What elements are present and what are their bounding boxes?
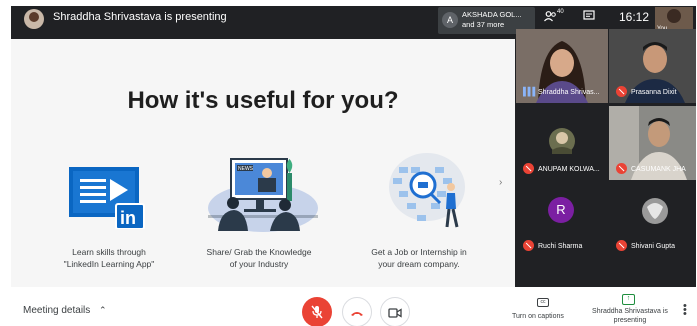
end-call-button[interactable] <box>342 297 372 326</box>
slide-caption-knowledge: Share/ Grab the Knowledge of your Indust… <box>179 246 339 270</box>
participant-tile[interactable]: Prasanna Dixit <box>609 29 696 103</box>
participant-name: Prasanna Dixit <box>631 89 677 96</box>
camera-toggle-button[interactable] <box>380 297 410 326</box>
mic-off-icon <box>311 305 323 319</box>
chevron-up-icon: ⌃ <box>99 305 107 315</box>
participant-count: 40 <box>557 9 564 15</box>
meeting-details-button[interactable]: Meeting details ⌃ <box>23 305 107 316</box>
meeting-details-label: Meeting details <box>23 305 91 316</box>
job-search-illustration <box>389 153 465 228</box>
participant-name: ANUPAM KOLWA... <box>538 166 600 173</box>
slide-caption-job: Get a Job or Internship in your dream co… <box>339 246 499 270</box>
participant-name: Ruchi Sharma <box>538 243 583 250</box>
participant-name: CASUMANK JHA <box>631 166 686 173</box>
caption-line: Share/ Grab the Knowledge <box>206 247 312 257</box>
participant-name: Shraddha Shrivas... <box>538 89 600 96</box>
more-options-icon[interactable]: • • • <box>683 301 687 320</box>
caption-line: of your Industry <box>229 259 289 269</box>
presenting-status: Shraddha Shrivastava is presenting <box>53 11 227 23</box>
mic-off-icon <box>523 240 534 251</box>
caption-line: Get a Job or Internship in <box>371 247 467 257</box>
mic-off-icon <box>616 163 627 174</box>
present-screen-icon: ↑ <box>622 294 635 305</box>
people-icon[interactable] <box>544 11 557 25</box>
news-label: NEWS <box>238 166 254 172</box>
participant-tile[interactable]: ▌▌▌ Shraddha Shrivas... <box>516 29 608 103</box>
chat-icon[interactable] <box>583 10 595 24</box>
microphone-toggle-button[interactable] <box>302 297 332 326</box>
presentation-slide: How it's useful for you? in NEWS Learn s… <box>11 39 515 287</box>
bottom-controls-bar: Meeting details ⌃ cc Turn on captions ↑ … <box>0 287 697 326</box>
pinned-name-line1: AKSHADA GOL... <box>462 10 522 19</box>
participant-name: Shivani Gupta <box>631 243 675 250</box>
mic-off-icon <box>523 163 534 174</box>
news-share-illustration: NEWS <box>208 158 318 232</box>
captions-label: Turn on captions <box>512 313 564 320</box>
caption-line: Learn skills through <box>72 247 146 257</box>
participant-tile[interactable]: Shivani Gupta <box>609 183 696 257</box>
presenting-label: Shraddha Shrivastava is presenting <box>592 308 668 324</box>
participant-tile[interactable]: CASUMANK JHA <box>609 106 696 180</box>
slide-caption-linkedin: Learn skills through "LinkedIn Learning … <box>29 246 189 270</box>
pinned-participant-names: AKSHADA GOL... and 37 more <box>462 10 522 30</box>
mic-off-icon <box>616 240 627 251</box>
slide-next-arrow[interactable]: › <box>499 177 502 188</box>
linkedin-learning-illustration: in <box>69 167 145 229</box>
presenter-avatar <box>24 9 44 29</box>
slide-title: How it's useful for you? <box>127 87 399 114</box>
clock: 16:12 <box>619 10 650 24</box>
participant-tile[interactable]: R Ruchi Sharma <box>516 183 608 257</box>
mic-active-icon: ▌▌▌ <box>523 87 538 96</box>
hang-up-icon <box>351 312 363 317</box>
pinned-name-line2: and 37 more <box>462 20 505 29</box>
participant-tile[interactable]: ANUPAM KOLWA... <box>516 106 608 180</box>
meeting-stage: Shraddha Shrivastava is presenting A AKS… <box>11 6 696 287</box>
linkedin-logo-text: in <box>120 208 136 228</box>
caption-line: your dream company. <box>378 259 460 269</box>
mic-off-icon <box>616 86 627 97</box>
closed-captions-icon: cc <box>537 298 549 307</box>
caption-line: "LinkedIn Learning App" <box>63 259 155 269</box>
avatar: R <box>548 197 574 223</box>
avatar: A <box>442 12 458 28</box>
video-camera-icon <box>388 308 402 318</box>
